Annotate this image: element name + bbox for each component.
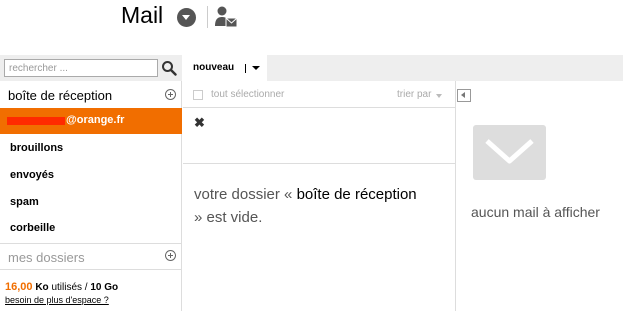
sidebar-item-drafts[interactable]: brouillons [10, 142, 63, 154]
sidebar-item-sent[interactable]: envoyés [10, 169, 54, 181]
chevron-down-icon[interactable] [252, 66, 260, 70]
list-header: tout sélectionner trier par [183, 81, 456, 108]
close-icon[interactable]: ✖ [194, 116, 205, 129]
select-all-checkbox[interactable] [193, 90, 203, 100]
new-mail-label: nouveau [193, 62, 235, 73]
redacted-email [7, 117, 65, 125]
header-divider [207, 6, 208, 28]
app-title: Mail [121, 2, 164, 28]
account-email-label: @orange.fr [66, 114, 125, 126]
app-header: Mail [0, 0, 623, 55]
no-mail-label: aucun mail à afficher [471, 204, 600, 220]
select-all-label[interactable]: tout sélectionner [211, 89, 284, 100]
app-menu-dropdown-icon[interactable] [177, 8, 196, 27]
mail-page: Mail boîte de réception @orange.fr broui [0, 0, 623, 311]
sidebar-item-spam[interactable]: spam [10, 196, 39, 208]
my-folders-label: mes dossiers [8, 250, 85, 265]
search-bar [0, 55, 182, 81]
search-input[interactable] [4, 59, 158, 77]
inbox-label: boîte de réception [8, 88, 113, 103]
empty-folder-message: votre dossier « boîte de réception » est… [194, 183, 452, 229]
contact-mail-icon[interactable] [215, 5, 237, 29]
sort-by-dropdown[interactable]: trier par [397, 89, 431, 100]
sidebar-item-account[interactable]: @orange.fr [0, 108, 182, 134]
quota-unit: Ko [35, 282, 49, 293]
sidebar-item-inbox[interactable]: boîte de réception [0, 81, 182, 108]
sort-chevron-down-icon[interactable] [436, 94, 442, 98]
my-folders-header: mes dossiers [0, 244, 182, 270]
folder-sidebar: boîte de réception @orange.fr brouillons… [0, 55, 182, 311]
sidebar-item-trash[interactable]: corbeille [10, 222, 55, 234]
quota-total: 10 Go [90, 282, 119, 293]
new-button-separator [245, 64, 246, 73]
mail-toolbar: nouveau [183, 55, 623, 81]
empty-prefix: votre dossier « [194, 186, 293, 203]
collapse-pane-icon[interactable] [457, 89, 471, 102]
quota-used: 16,00 [5, 281, 33, 293]
envelope-icon [473, 125, 546, 180]
storage-quota: 16,00 Ko utilisés / 10 Go [5, 281, 118, 293]
reading-pane: aucun mail à afficher [457, 81, 623, 311]
search-icon[interactable] [161, 60, 177, 76]
message-list: tout sélectionner trier par ✖ votre doss… [183, 81, 456, 311]
empty-suffix: » est vide. [194, 209, 263, 226]
sidebar-divider [0, 269, 182, 270]
add-my-folder-plus-icon[interactable] [165, 250, 176, 261]
more-space-link[interactable]: besoin de plus d'espace ? [5, 295, 109, 305]
list-divider [183, 163, 456, 164]
add-folder-plus-icon[interactable] [165, 89, 176, 100]
empty-folder-name: boîte de réception [296, 186, 417, 203]
new-mail-button[interactable]: nouveau [183, 55, 267, 81]
quota-used-suffix: utilisés / [51, 282, 88, 293]
